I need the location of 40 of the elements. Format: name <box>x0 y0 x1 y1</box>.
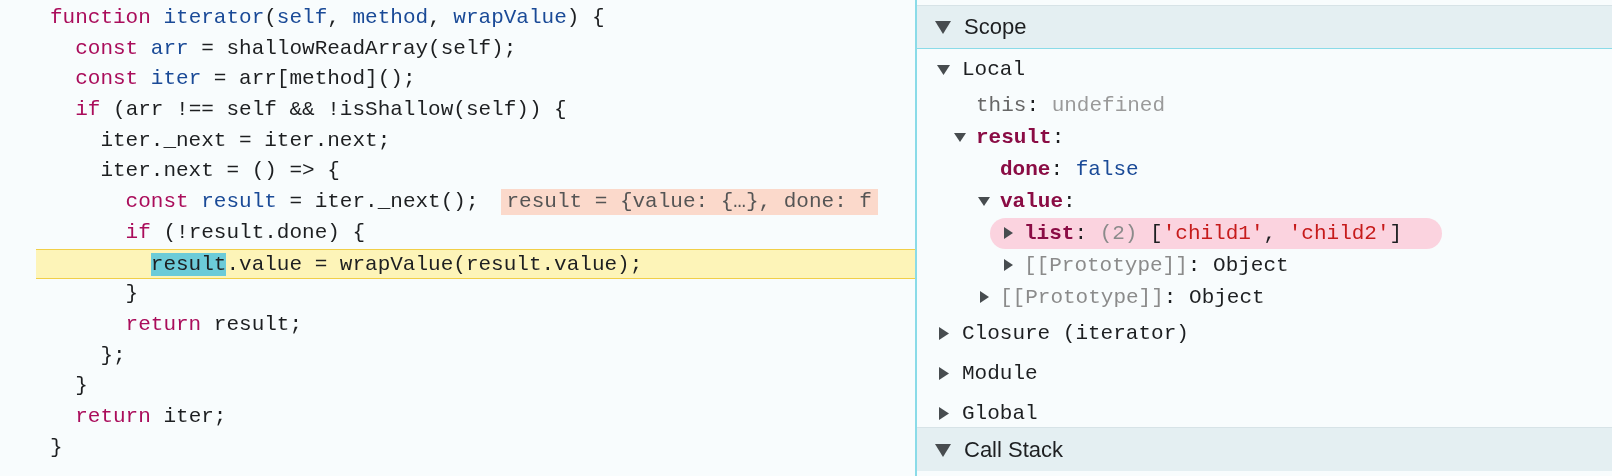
code-line: }; <box>100 342 126 369</box>
inline-value: result = {value: {…}, done: f <box>500 189 878 216</box>
triangle-right-icon[interactable] <box>1002 227 1014 239</box>
scope-section-label[interactable]: Module <box>962 361 1038 385</box>
code-line: const iter = arr[method](); <box>75 66 416 93</box>
scope-property: [[Prototype]]: Object <box>1000 285 1265 309</box>
code-line: return iter; <box>75 403 227 430</box>
triangle-right-icon[interactable] <box>937 326 950 340</box>
triangle-right-icon[interactable] <box>978 291 990 303</box>
scope-property: list: (2) ['child1', 'child2'] <box>1024 221 1403 245</box>
scope-section-label[interactable]: Closure (iterator) <box>962 321 1189 345</box>
triangle-down-icon[interactable] <box>935 441 951 458</box>
code-line: iter._next = iter.next; <box>100 127 391 154</box>
triangle-down-icon[interactable] <box>937 62 950 76</box>
code-line: function iterator(self, method, wrapValue) { <box>50 5 605 31</box>
triangle-down-icon[interactable] <box>954 131 966 143</box>
triangle-down-icon[interactable] <box>978 195 990 207</box>
code-line: const arr = shallowReadArray(self); <box>75 35 517 62</box>
code-line: if (!result.done) { <box>125 219 366 246</box>
code-line: } <box>125 281 139 308</box>
scope-property: value: <box>1000 189 1076 213</box>
triangle-right-icon[interactable] <box>937 366 950 380</box>
scope-property: [[Prototype]]: Object <box>1024 253 1289 277</box>
code-line: iter.next = () => { <box>100 158 340 185</box>
code-line: return result; <box>125 311 303 338</box>
scope-property: result: <box>976 125 1065 149</box>
scope-section-label[interactable]: Local <box>962 57 1025 81</box>
code-line: const result = iter._next(); <box>125 189 479 216</box>
code-line: } <box>50 434 63 461</box>
code-line: if (arr !== self && !isShallow(self)) { <box>75 97 567 124</box>
scope-header[interactable]: Scope <box>917 5 1612 49</box>
scope-property: this: undefined <box>976 93 1166 117</box>
scope-property: done: false <box>1000 157 1139 181</box>
code-line: } <box>75 373 88 400</box>
call-stack-header[interactable]: Call Stack <box>917 427 1612 471</box>
code-line: result.value = wrapValue(result.value); <box>150 251 643 278</box>
triangle-right-icon[interactable] <box>1002 259 1014 271</box>
triangle-right-icon[interactable] <box>937 406 950 420</box>
triangle-down-icon[interactable] <box>935 19 951 35</box>
scope-section-label[interactable]: Global <box>962 401 1038 425</box>
